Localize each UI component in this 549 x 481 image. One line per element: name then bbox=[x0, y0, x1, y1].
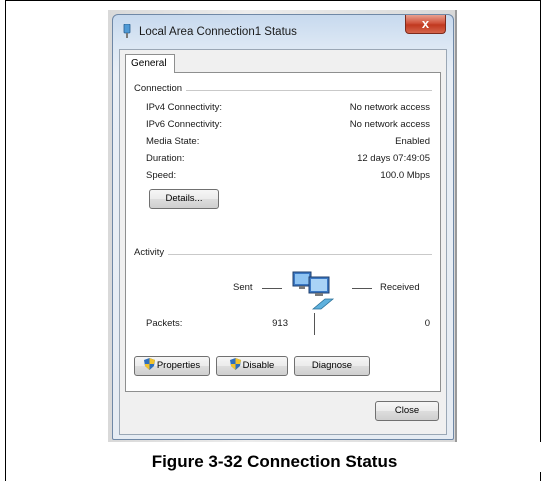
tab-general[interactable]: General bbox=[125, 54, 175, 73]
frame-top-border bbox=[5, 0, 541, 1]
received-dash bbox=[352, 288, 372, 289]
diagnose-button[interactable]: Diagnose bbox=[294, 356, 370, 376]
speed-label: Speed: bbox=[146, 170, 177, 181]
media-state-value: Enabled bbox=[395, 136, 430, 147]
connection-group-label: Connection bbox=[134, 83, 187, 94]
dialog-client-area: General Connection IPv4 Connectivity: No… bbox=[119, 49, 447, 435]
media-state-label: Media State: bbox=[146, 136, 200, 147]
shield-icon bbox=[229, 358, 241, 370]
sent-label: Sent bbox=[233, 282, 253, 293]
packets-sent-value: 913 bbox=[272, 318, 288, 329]
close-button[interactable]: Close bbox=[375, 401, 439, 421]
frame-right-border-lower bbox=[540, 472, 541, 481]
screenshot-edge bbox=[455, 10, 457, 442]
duration-value: 12 days 07:49:05 bbox=[357, 153, 430, 164]
details-button[interactable]: Details... bbox=[149, 189, 219, 209]
duration-label: Duration: bbox=[146, 153, 185, 164]
network-adapter-icon bbox=[123, 24, 131, 38]
disable-label: Disable bbox=[242, 360, 275, 371]
frame-right-border bbox=[540, 0, 541, 442]
packets-divider bbox=[314, 313, 315, 335]
ipv6-value: No network access bbox=[349, 119, 430, 130]
speed-value: 100.0 Mbps bbox=[380, 170, 430, 181]
disable-button[interactable]: Disable bbox=[216, 356, 288, 376]
ipv4-label: IPv4 Connectivity: bbox=[146, 102, 223, 113]
properties-button[interactable]: Properties bbox=[134, 356, 210, 376]
status-dialog: Local Area Connection1 Status x General … bbox=[112, 14, 454, 440]
shield-icon bbox=[143, 358, 155, 370]
properties-label: Properties bbox=[156, 360, 201, 371]
activity-group-label: Activity bbox=[134, 247, 169, 258]
received-label: Received bbox=[380, 282, 420, 293]
packets-label: Packets: bbox=[146, 318, 183, 329]
figure-caption: Figure 3-32 Connection Status bbox=[151, 452, 398, 471]
ipv4-value: No network access bbox=[349, 102, 430, 113]
window-close-button[interactable]: x bbox=[405, 15, 446, 34]
packets-received-value: 0 bbox=[424, 318, 430, 329]
ipv6-label: IPv6 Connectivity: bbox=[146, 119, 223, 130]
title-bar[interactable]: Local Area Connection1 Status x bbox=[113, 15, 453, 49]
sent-dash bbox=[262, 288, 282, 289]
window-title: Local Area Connection1 Status bbox=[139, 26, 297, 38]
network-computers-icon bbox=[292, 271, 335, 310]
activity-group-line bbox=[134, 254, 432, 255]
general-tab-panel: Connection IPv4 Connectivity: No network… bbox=[125, 72, 441, 392]
frame-left-border bbox=[5, 0, 6, 481]
